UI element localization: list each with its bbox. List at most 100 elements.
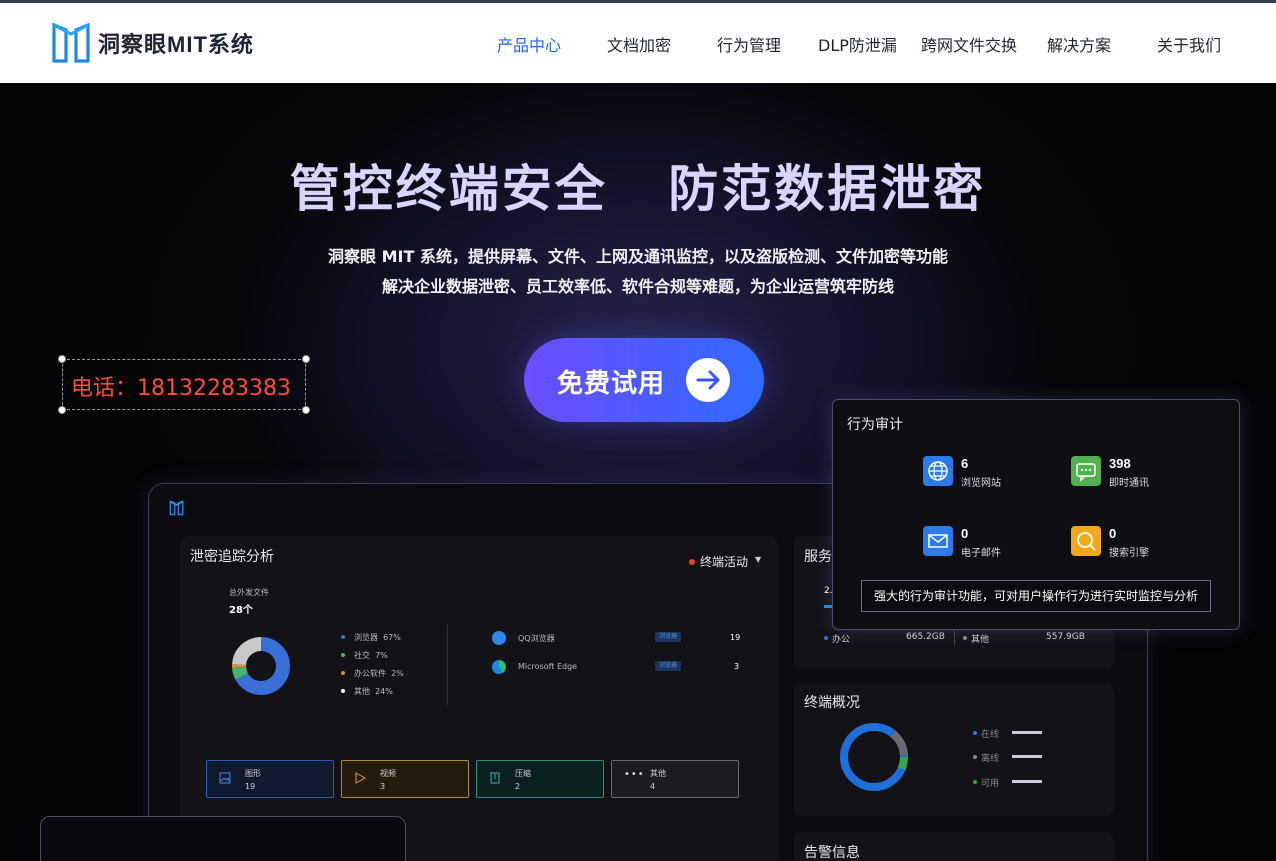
endpoint-panel-title: 终端概况 xyxy=(804,695,860,711)
hero-subtitle-line2: 解决企业数据泄密、员工效率低、软件合规等难题，为企业运营筑牢防线 xyxy=(381,277,894,296)
server-other-label: 其他 xyxy=(971,635,990,645)
file-type-card-other[interactable]: ••• 其他 4 xyxy=(611,760,739,798)
server-other-value: 557.9GB xyxy=(1046,632,1085,642)
card-value: 3 xyxy=(380,782,386,791)
nav-about[interactable]: 关于我们 xyxy=(1157,32,1221,56)
edge-browser-icon xyxy=(492,660,506,674)
card-value: 4 xyxy=(650,782,656,791)
free-trial-button[interactable]: 免费试用 xyxy=(524,338,764,422)
legend-office: 办公软件 2% xyxy=(354,669,404,678)
top-nav: 洞察眼MIT系统 产品中心 文档加密 行为管理 DLP防泄漏 跨网文件交换 解决… xyxy=(0,3,1276,83)
nav-solutions[interactable]: 解决方案 xyxy=(1047,32,1111,56)
legend-bar xyxy=(1012,780,1042,783)
audit-tooltip: 强大的行为审计功能，可对用户操作行为进行实时监控与分析 xyxy=(861,580,1211,612)
mail-icon xyxy=(923,526,953,556)
nav-doc-encryption[interactable]: 文档加密 xyxy=(607,32,671,56)
archive-icon xyxy=(490,772,500,784)
resize-handle[interactable] xyxy=(302,406,310,414)
legend-dot xyxy=(973,780,977,784)
hero-subtitle-line1: 洞察眼 MIT 系统，提供屏幕、文件、上网及通讯监控，以及盗版检测、文件加密等功… xyxy=(328,247,948,266)
card-value: 19 xyxy=(245,782,256,791)
app-count: 19 xyxy=(730,633,741,642)
total-files-value: 28个 xyxy=(229,605,253,616)
play-icon xyxy=(355,772,366,784)
server-office-value: 665.2GB xyxy=(906,632,945,642)
search-icon xyxy=(1071,526,1101,556)
qq-browser-icon xyxy=(492,631,506,645)
legend-dot xyxy=(963,636,967,640)
leak-panel-title: 泄密追踪分析 xyxy=(190,549,274,565)
app-tag: 浏览器 xyxy=(655,632,681,642)
chat-icon xyxy=(1071,456,1101,486)
audit-im-count: 398 xyxy=(1109,456,1131,471)
audit-web-count: 6 xyxy=(961,456,969,471)
endpoint-offline-label: 离线 xyxy=(981,754,1000,764)
legend-dot xyxy=(341,653,345,657)
endpoint-online-label: 在线 xyxy=(981,730,1000,740)
card-label: 视频 xyxy=(380,769,396,778)
app-name: QQ浏览器 xyxy=(518,634,555,643)
total-files-label: 总外发文件 xyxy=(229,588,269,597)
hero-headline: 管控终端安全 防范数据泄密 xyxy=(289,160,987,218)
resize-handle[interactable] xyxy=(302,355,310,363)
nav-behavior-management[interactable]: 行为管理 xyxy=(717,32,781,56)
legend-other: 其他 24% xyxy=(354,687,393,696)
status-dot xyxy=(689,559,695,565)
audit-search-count: 0 xyxy=(1109,526,1117,541)
globe-icon xyxy=(923,456,953,486)
brand-logo[interactable]: 洞察眼MIT系统 xyxy=(52,21,254,65)
server-office-label: 办公 xyxy=(832,635,851,645)
bottom-mini-panel xyxy=(40,816,406,861)
audit-mail-count: 0 xyxy=(961,526,969,541)
legend-bar xyxy=(1012,755,1042,758)
app-name: Microsoft Edge xyxy=(518,662,578,671)
audit-mail-label: 电子邮件 xyxy=(961,548,1001,559)
nav-products[interactable]: 产品中心 xyxy=(497,32,561,56)
resize-handle[interactable] xyxy=(58,355,66,363)
nav-dlp[interactable]: DLP防泄漏 xyxy=(818,32,897,56)
divider xyxy=(447,625,448,705)
free-trial-label: 免费试用 xyxy=(557,369,666,399)
legend-browser: 浏览器 67% xyxy=(354,633,401,642)
phone-contact[interactable]: 电话：18132283383 xyxy=(58,355,310,414)
card-label: 其他 xyxy=(650,769,666,778)
legend-social: 社交 7% xyxy=(354,651,388,660)
legend-dot xyxy=(824,636,828,640)
arrow-right-icon xyxy=(686,358,730,402)
leak-filter-select[interactable]: 终端活动 xyxy=(700,553,748,570)
file-type-card-image[interactable]: 图形 19 xyxy=(206,760,334,798)
file-type-card-video[interactable]: 视频 3 xyxy=(341,760,469,798)
endpoint-available-label: 可用 xyxy=(981,779,1000,789)
legend-dot xyxy=(341,671,345,675)
endpoint-donut-chart xyxy=(840,723,908,791)
audit-search-label: 搜索引擎 xyxy=(1109,548,1149,559)
phone-number: 电话：18132283383 xyxy=(71,376,291,401)
legend-dot xyxy=(341,635,345,639)
app-count: 3 xyxy=(734,662,740,671)
legend-bar xyxy=(1012,731,1042,734)
alerts-panel-title: 告警信息 xyxy=(804,845,860,861)
card-label: 图形 xyxy=(245,769,261,778)
leak-donut-chart xyxy=(232,637,290,695)
brand-name: 洞察眼MIT系统 xyxy=(98,32,254,57)
divider xyxy=(954,631,955,645)
mit-logo-icon xyxy=(169,500,184,516)
audit-title: 行为审计 xyxy=(847,417,903,433)
nav-cross-network[interactable]: 跨网文件交换 xyxy=(921,32,1017,56)
card-label: 压缩 xyxy=(515,769,531,778)
file-type-card-archive[interactable]: 压缩 2 xyxy=(476,760,604,798)
server-panel-title: 服务 xyxy=(804,549,832,565)
mit-logo-icon xyxy=(52,22,90,63)
resize-handle[interactable] xyxy=(58,406,66,414)
image-icon xyxy=(219,772,231,784)
more-icon: ••• xyxy=(624,769,645,780)
legend-dot xyxy=(973,731,977,735)
legend-dot xyxy=(341,689,345,693)
audit-web-label: 浏览网站 xyxy=(961,478,1001,489)
app-tag: 浏览器 xyxy=(655,661,681,671)
leak-tracking-panel xyxy=(180,536,778,861)
audit-im-label: 即时通讯 xyxy=(1109,478,1149,489)
legend-dot xyxy=(973,755,977,759)
card-value: 2 xyxy=(515,782,521,791)
chevron-down-icon[interactable]: ▼ xyxy=(755,555,761,564)
